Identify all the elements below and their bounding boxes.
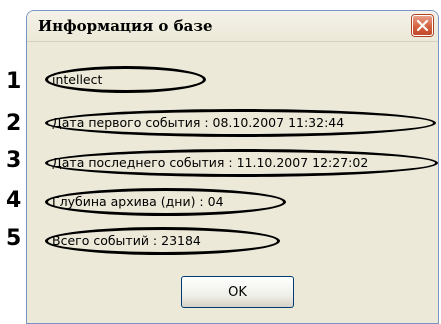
title-bar[interactable]: Информация о базе	[27, 11, 438, 42]
annotation-ellipse-4	[45, 188, 286, 216]
ok-button[interactable]: OK	[181, 276, 294, 308]
annotation-ellipse-3	[45, 149, 438, 177]
database-info-dialog: Информация о базе intellect Дата первого…	[26, 10, 439, 324]
annotation-number-2: 2	[6, 111, 22, 136]
annotation-number-5: 5	[6, 226, 22, 251]
annotation-number-4: 4	[6, 188, 22, 213]
dialog-title: Информация о базе	[38, 17, 213, 35]
close-icon	[417, 20, 428, 31]
annotation-ellipse-2	[45, 109, 436, 137]
annotation-ellipse-5	[45, 227, 280, 255]
annotation-number-3: 3	[6, 148, 22, 173]
close-button[interactable]	[412, 15, 433, 36]
annotation-number-1: 1	[6, 69, 22, 94]
annotation-ellipse-1	[45, 66, 206, 93]
